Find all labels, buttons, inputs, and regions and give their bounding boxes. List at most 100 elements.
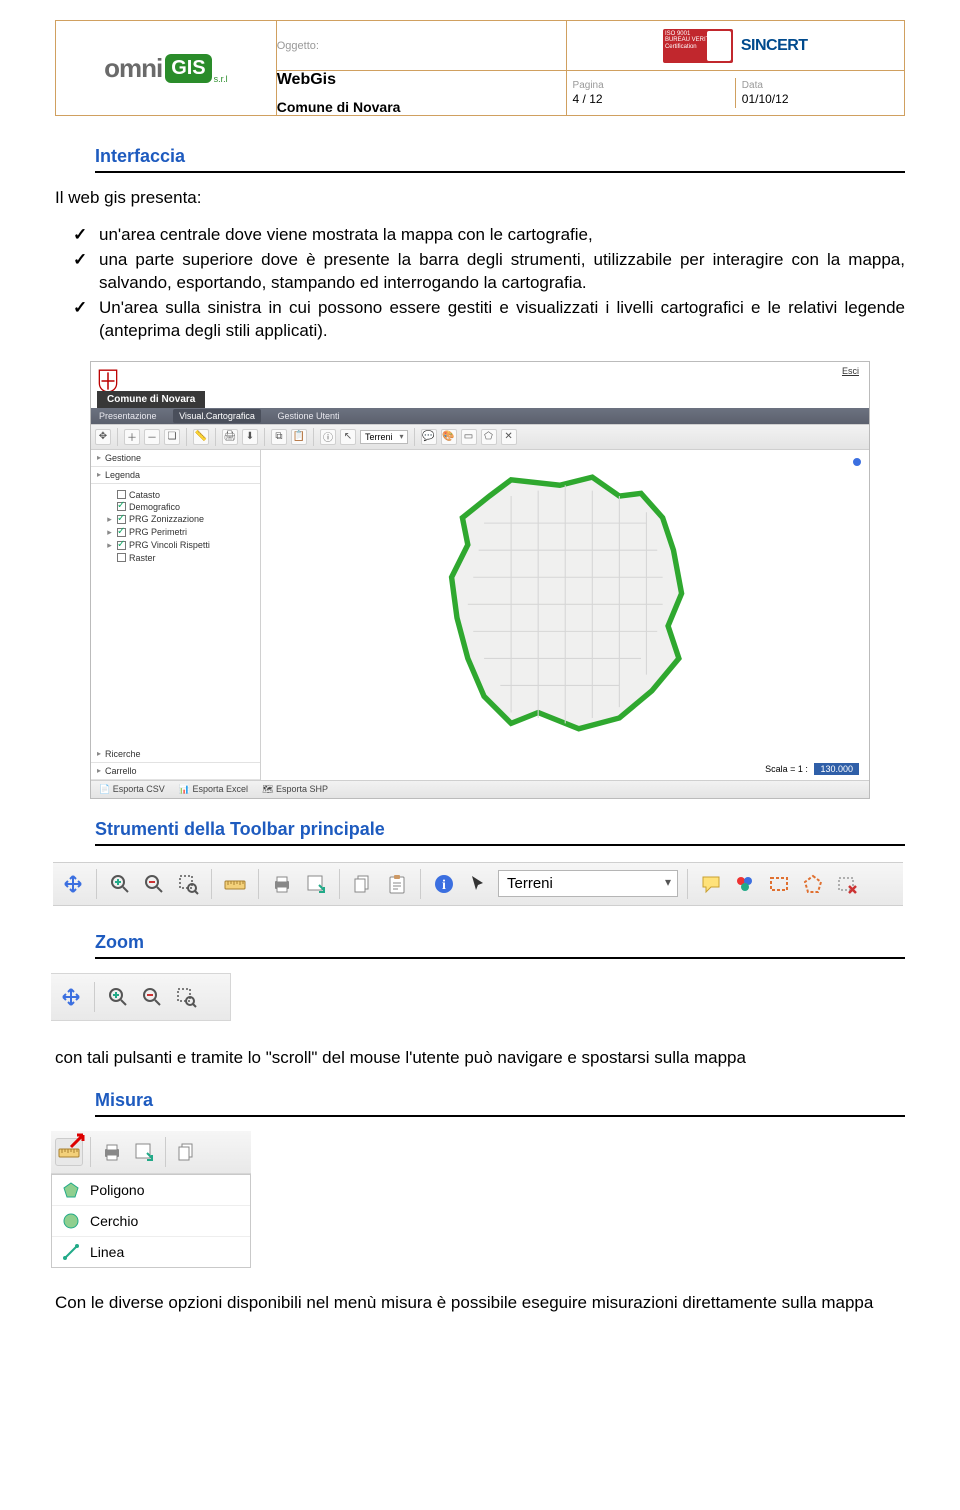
export-map-icon[interactable] <box>302 870 330 898</box>
layer-combo-big[interactable]: Terreni <box>498 870 678 897</box>
app-footer: 📄 Esporta CSV 📊 Esporta Excel 🗺 Esporta … <box>91 780 869 798</box>
comment-icon[interactable] <box>697 870 725 898</box>
export-map-icon[interactable] <box>130 1138 158 1166</box>
layer-row: ▸ PRG Vincoli Rispetti <box>105 540 254 551</box>
header-title-cell: WebGis Comune di Novara <box>276 71 566 116</box>
bureau-veritas-badge: ISO 9001 BUREAU VERITAS Certification <box>663 29 733 63</box>
misura-linea[interactable]: Linea <box>52 1236 250 1267</box>
zoom-out-icon[interactable] <box>140 870 168 898</box>
pan-icon[interactable] <box>59 870 87 898</box>
layer-label[interactable]: Demografico <box>129 502 180 512</box>
layer-row: Catasto <box>105 490 254 500</box>
side-legenda-label: Legenda <box>105 470 140 480</box>
print-icon[interactable] <box>268 870 296 898</box>
export-icon[interactable]: ⬇ <box>242 429 258 445</box>
layer-checkbox[interactable] <box>117 515 126 524</box>
map-marker-icon <box>851 456 863 468</box>
pagina-label: Pagina <box>573 80 729 91</box>
tree-twisty-icon[interactable]: ▸ <box>105 514 114 525</box>
side-ricerche[interactable]: Ricerche <box>91 746 260 763</box>
layer-row: ▸ PRG Zonizzazione <box>105 514 254 525</box>
clear-selection-icon[interactable] <box>833 870 861 898</box>
measure-icon[interactable]: 📏 <box>193 429 209 445</box>
layer-label[interactable]: PRG Perimetri <box>129 527 187 537</box>
zoom-box-icon[interactable]: ❏ <box>164 429 180 445</box>
info-icon[interactable]: i <box>430 870 458 898</box>
side-gestione[interactable]: Gestione <box>91 450 260 467</box>
side-carrello[interactable]: Carrello <box>91 763 260 780</box>
side-gestione-label: Gestione <box>105 453 141 463</box>
layer-label[interactable]: Catasto <box>129 490 160 500</box>
pan-icon[interactable] <box>57 983 85 1011</box>
header-title-1: WebGis <box>277 71 566 89</box>
webgis-screenshot: Esci Comune di Novara Presentazione Visu… <box>90 361 870 799</box>
zoom-in-icon[interactable] <box>104 983 132 1011</box>
tree-twisty-icon[interactable]: ▸ <box>105 527 114 538</box>
map-boundary <box>395 469 735 740</box>
annotation-icon[interactable]: 💬 <box>421 429 437 445</box>
misura-text: Con le diverse opzioni disponibili nel m… <box>55 1292 905 1315</box>
select-rect-icon[interactable]: ▭ <box>461 429 477 445</box>
zoom-in-icon[interactable] <box>106 870 134 898</box>
copy-icon[interactable] <box>349 870 377 898</box>
bullet-1: un'area centrale dove viene mostrata la … <box>73 224 905 247</box>
layer-row: Demografico <box>105 502 254 512</box>
polygon-icon <box>62 1181 80 1199</box>
export-shp-label: Esporta SHP <box>276 784 328 794</box>
misura-cerchio[interactable]: Cerchio <box>52 1205 250 1236</box>
print-icon[interactable]: 🖨 <box>222 429 238 445</box>
menu-presentazione[interactable]: Presentazione <box>99 411 157 421</box>
theme-icon[interactable] <box>731 870 759 898</box>
select-poly-icon[interactable]: ⬠ <box>481 429 497 445</box>
zoom-toolbar <box>51 973 231 1021</box>
palette-icon[interactable]: 🎨 <box>441 429 457 445</box>
export-csv-link[interactable]: 📄 Esporta CSV <box>99 784 165 795</box>
layer-label[interactable]: PRG Vincoli Rispetti <box>129 540 210 550</box>
pointer-icon[interactable] <box>464 870 492 898</box>
tree-twisty-icon[interactable]: ▸ <box>105 540 114 551</box>
tree-twisty-icon[interactable] <box>105 553 114 563</box>
clear-icon[interactable]: ✕ <box>501 429 517 445</box>
misura-poligono[interactable]: Poligono <box>52 1175 250 1205</box>
export-excel-link[interactable]: 📊 Esporta Excel <box>179 784 248 795</box>
menu-visual[interactable]: Visual.Cartografica <box>173 409 261 423</box>
map-canvas[interactable]: Scala = 1 : 130.000 <box>261 450 869 780</box>
tree-twisty-icon[interactable] <box>105 502 114 512</box>
print-icon[interactable] <box>98 1138 126 1166</box>
layer-checkbox[interactable] <box>117 541 126 550</box>
zoom-out-icon[interactable]: － <box>144 429 160 445</box>
exit-link[interactable]: Esci <box>842 366 859 376</box>
layer-label[interactable]: PRG Zonizzazione <box>129 514 204 524</box>
layer-checkbox[interactable] <box>117 490 126 499</box>
zoom-box-icon[interactable] <box>174 870 202 898</box>
intro-text: Il web gis presenta: <box>55 187 905 210</box>
misura-screenshot: Poligono Cerchio Linea <box>51 1131 251 1268</box>
layer-checkbox[interactable] <box>117 528 126 537</box>
copy-icon[interactable] <box>173 1138 201 1166</box>
export-xls-label: Esporta Excel <box>192 784 248 794</box>
layer-label[interactable]: Raster <box>129 553 156 563</box>
info-icon[interactable]: ⓘ <box>320 429 336 445</box>
pointer-icon[interactable]: ↖ <box>340 429 356 445</box>
select-rect-icon[interactable] <box>765 870 793 898</box>
layer-combo[interactable]: Terreni <box>360 430 408 444</box>
app-title: Comune di Novara <box>97 391 205 408</box>
menu-utenti[interactable]: Gestione Utenti <box>277 411 339 421</box>
misura-menu: Poligono Cerchio Linea <box>51 1174 251 1268</box>
clipboard-icon[interactable] <box>383 870 411 898</box>
zoom-in-icon[interactable]: ＋ <box>124 429 140 445</box>
measure-icon[interactable] <box>221 870 249 898</box>
side-legenda[interactable]: Legenda <box>91 467 260 484</box>
copy-icon[interactable]: ⧉ <box>271 429 287 445</box>
paste-icon[interactable]: 📋 <box>291 429 307 445</box>
cerchio-label: Cerchio <box>90 1213 138 1229</box>
layer-checkbox[interactable] <box>117 502 126 511</box>
pan-icon[interactable]: ✥ <box>95 429 111 445</box>
export-shp-link[interactable]: 🗺 Esporta SHP <box>262 784 328 795</box>
zoom-box-icon[interactable] <box>172 983 200 1011</box>
layer-row: Raster <box>105 553 254 563</box>
zoom-out-icon[interactable] <box>138 983 166 1011</box>
tree-twisty-icon[interactable] <box>105 490 114 500</box>
select-poly-icon[interactable] <box>799 870 827 898</box>
layer-checkbox[interactable] <box>117 553 126 562</box>
